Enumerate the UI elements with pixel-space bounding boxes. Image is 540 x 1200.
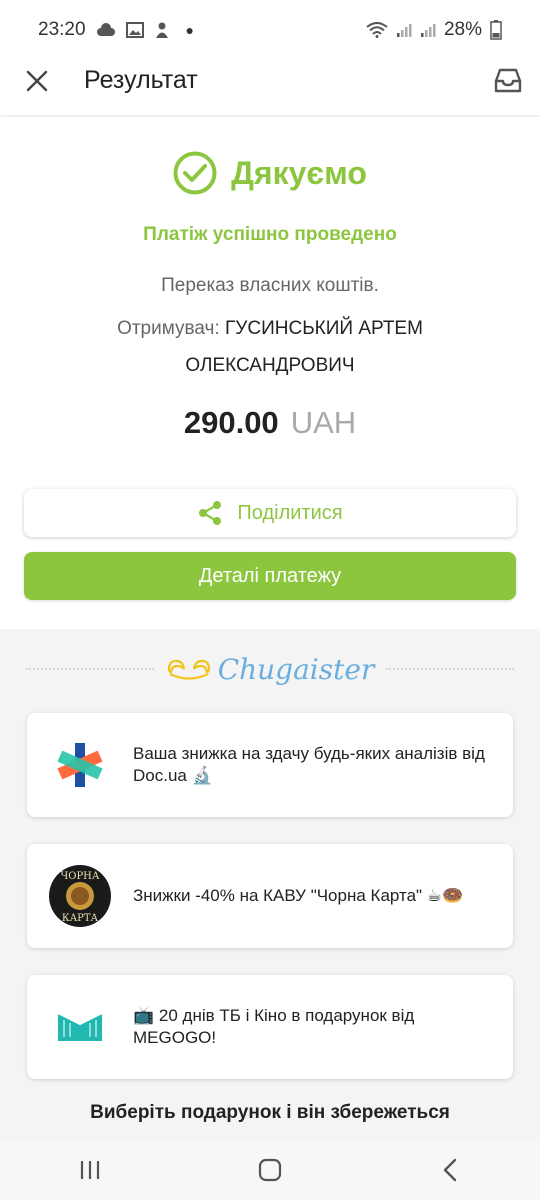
recipient-label: Отримувач: (117, 318, 220, 339)
share-icon (199, 501, 222, 525)
inbox-icon (494, 68, 522, 93)
battery-percent: 28% (443, 19, 482, 40)
home-button[interactable] (240, 1150, 300, 1190)
signal-icon-1 (396, 24, 412, 37)
megogo-logo (27, 975, 133, 1079)
payment-success-text: Платіж успішно проведено (143, 224, 397, 245)
app-bar: Результат (0, 60, 540, 116)
signal-icon-2 (420, 24, 436, 37)
recent-apps-button[interactable] (60, 1150, 120, 1190)
offer-text: 📺 20 днів ТБ і Кіно в подарунок від MEGO… (133, 1006, 415, 1047)
chugaister-brand: Chugaister (166, 652, 375, 686)
more-notifications-dot: ● (185, 22, 195, 38)
logo-text-top: ЧОРНА (61, 871, 100, 882)
offer-text: Ваша знижка на здачу будь-яких аналізів … (133, 744, 485, 785)
logo-text-bottom: КАРТА (62, 913, 99, 924)
system-nav-bar (0, 1139, 540, 1200)
medical-cross-icon (57, 743, 103, 787)
mustache-icon (167, 659, 210, 680)
wifi-icon (366, 22, 388, 38)
recipient: Отримувач: ГУСИНСЬКИЙ АРТЕМ ОЛЕКСАНДРОВИ… (90, 310, 450, 384)
megogo-icon (57, 1012, 103, 1041)
image-icon (125, 22, 144, 38)
payment-details-button[interactable]: Деталі платежу (24, 552, 516, 600)
cloud-icon (96, 23, 115, 36)
doc-ua-logo (27, 713, 133, 817)
divider-right (386, 668, 515, 670)
transfer-description: Переказ власних коштів. (161, 275, 379, 296)
recipient-name: ГУСИНСЬКИЙ АРТЕМ ОЛЕКСАНДРОВИЧ (185, 318, 423, 376)
status-time: 23:20 (38, 19, 86, 40)
thanks-title: Дякуємо (231, 154, 367, 191)
chugaister-header: Chugaister (26, 649, 515, 689)
gift-heading: Виберіть подарунок і він збережеться (90, 1102, 450, 1123)
chorna-karta-logo: ЧОРНА КАРТА (27, 844, 133, 948)
close-button[interactable] (22, 66, 52, 96)
payment-amount: 290.00 UAH (0, 405, 540, 441)
thanks-row: Дякуємо (0, 151, 540, 195)
share-button[interactable]: Поділитися (24, 489, 516, 537)
offer-card-docua[interactable]: Ваша знижка на здачу будь-яких аналізів … (27, 713, 513, 817)
page-title: Результат (84, 66, 198, 94)
brand-name: Chugaister (217, 652, 375, 686)
battery-icon (490, 20, 502, 40)
status-bar: 23:20 ● 28% (0, 0, 540, 60)
promo-section: Chugaister Ваша знижка на здачу будь-яки… (0, 629, 540, 1139)
home-icon (258, 1158, 282, 1181)
back-button[interactable] (420, 1150, 480, 1190)
back-icon (443, 1158, 457, 1181)
amount-currency: UAH (290, 405, 357, 440)
result-section: Дякуємо Платіж успішно проведено Переказ… (0, 117, 540, 629)
recent-apps-icon (80, 1160, 100, 1179)
offer-card-megogo[interactable]: 📺 20 днів ТБ і Кіно в подарунок від MEGO… (27, 975, 513, 1079)
offer-card-chorna-karta[interactable]: ЧОРНА КАРТА Знижки -40% на КАВУ "Чорна К… (27, 844, 513, 948)
check-circle-icon (173, 151, 217, 195)
coffee-logo-icon: ЧОРНА КАРТА (49, 865, 111, 927)
offer-text: Знижки -40% на КАВУ "Чорна Карта" ☕🍩 (133, 886, 464, 905)
share-label: Поділитися (237, 501, 343, 524)
inbox-button[interactable] (492, 64, 524, 96)
notification-icon (155, 22, 168, 38)
amount-value: 290.00 (183, 405, 279, 440)
divider-left (26, 668, 154, 670)
close-icon (26, 70, 48, 92)
